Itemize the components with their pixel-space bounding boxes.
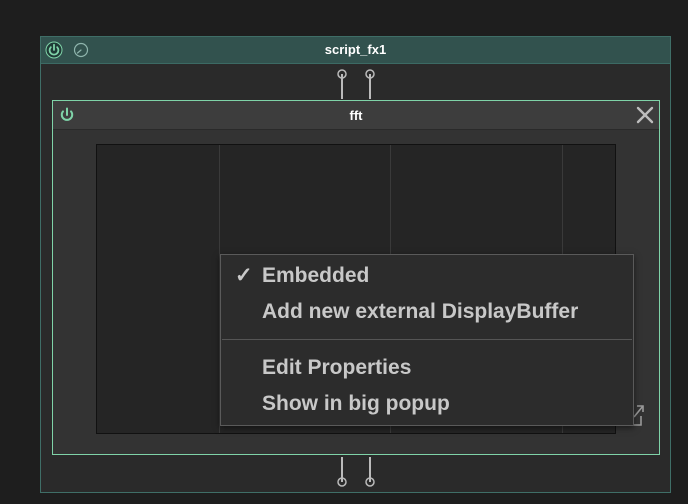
inner-module-header[interactable]: fft bbox=[53, 101, 659, 130]
inner-module-title: fft bbox=[349, 108, 363, 123]
close-icon[interactable] bbox=[634, 104, 656, 126]
output-connector-right[interactable] bbox=[364, 456, 376, 488]
input-connector-left[interactable] bbox=[336, 68, 348, 100]
menu-item-add-external-displaybuffer[interactable]: Add new external DisplayBuffer bbox=[221, 296, 633, 328]
menu-item-label: Embedded bbox=[262, 264, 370, 287]
menu-item-show-in-big-popup[interactable]: Show in big popup bbox=[221, 388, 633, 420]
output-connector-left[interactable] bbox=[336, 456, 348, 488]
outer-module-header[interactable]: script_fx1 bbox=[41, 37, 670, 64]
menu-item-label: Edit Properties bbox=[262, 356, 412, 379]
menu-item-label: Add new external DisplayBuffer bbox=[262, 300, 579, 323]
context-menu: ✓ Embedded Add new external DisplayBuffe… bbox=[220, 254, 634, 426]
menu-item-edit-properties[interactable]: Edit Properties bbox=[221, 352, 633, 384]
menu-item-label: Show in big popup bbox=[262, 392, 450, 415]
menu-item-embedded[interactable]: ✓ Embedded bbox=[221, 260, 633, 292]
input-connector-right[interactable] bbox=[364, 68, 376, 100]
menu-separator bbox=[222, 339, 632, 340]
checkmark-icon: ✓ bbox=[235, 264, 253, 287]
outer-module-title: script_fx1 bbox=[324, 42, 387, 57]
